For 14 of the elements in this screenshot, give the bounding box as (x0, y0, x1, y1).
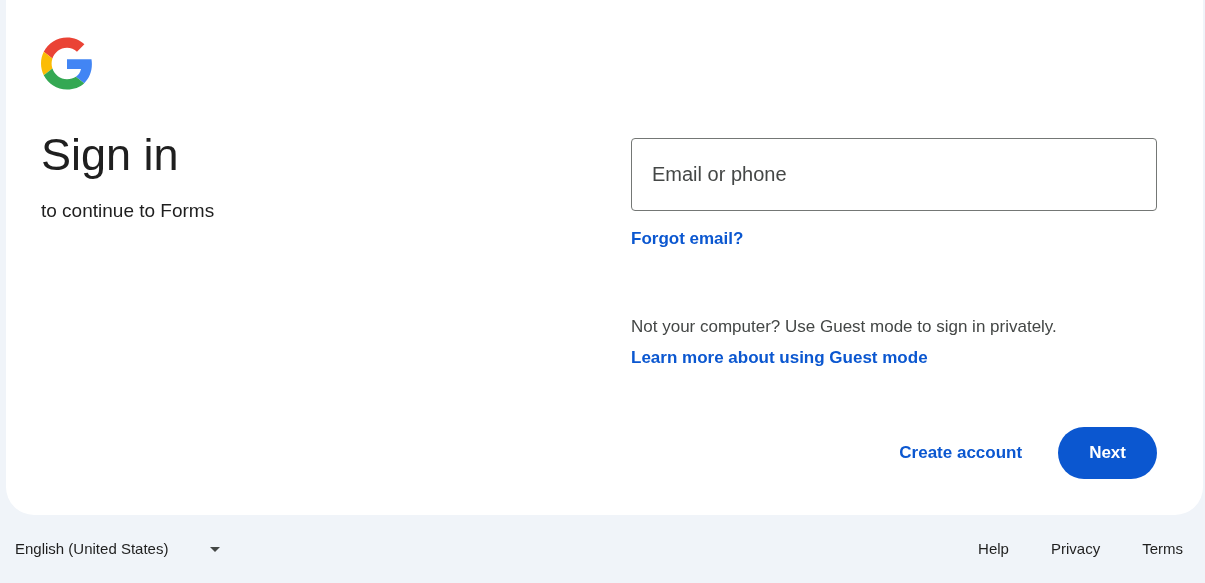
footer-link[interactable]: Terms (1142, 537, 1183, 561)
subheading: to continue to Forms (41, 199, 215, 223)
guest-notice: Not your computer? Use Guest mode to sign in privately. (631, 315, 1057, 338)
footer-link[interactable]: Privacy (1050, 537, 1101, 561)
heading: Sign in (41, 128, 179, 182)
dropdown-caret-icon[interactable] (210, 546, 221, 552)
guest-mode-link[interactable]: Learn more about using Guest mode (631, 345, 928, 371)
next-button[interactable]: Next (1058, 426, 1157, 479)
forgot-email-link[interactable]: Forgot email? (631, 226, 744, 252)
email-field[interactable]: Email or phone (631, 138, 1157, 211)
create-account-button[interactable]: Create account (883, 426, 1039, 479)
footer-link[interactable]: Help (978, 537, 1009, 561)
g-logo-icon (41, 37, 93, 90)
language-selector[interactable]: English (United States) (15, 537, 169, 561)
